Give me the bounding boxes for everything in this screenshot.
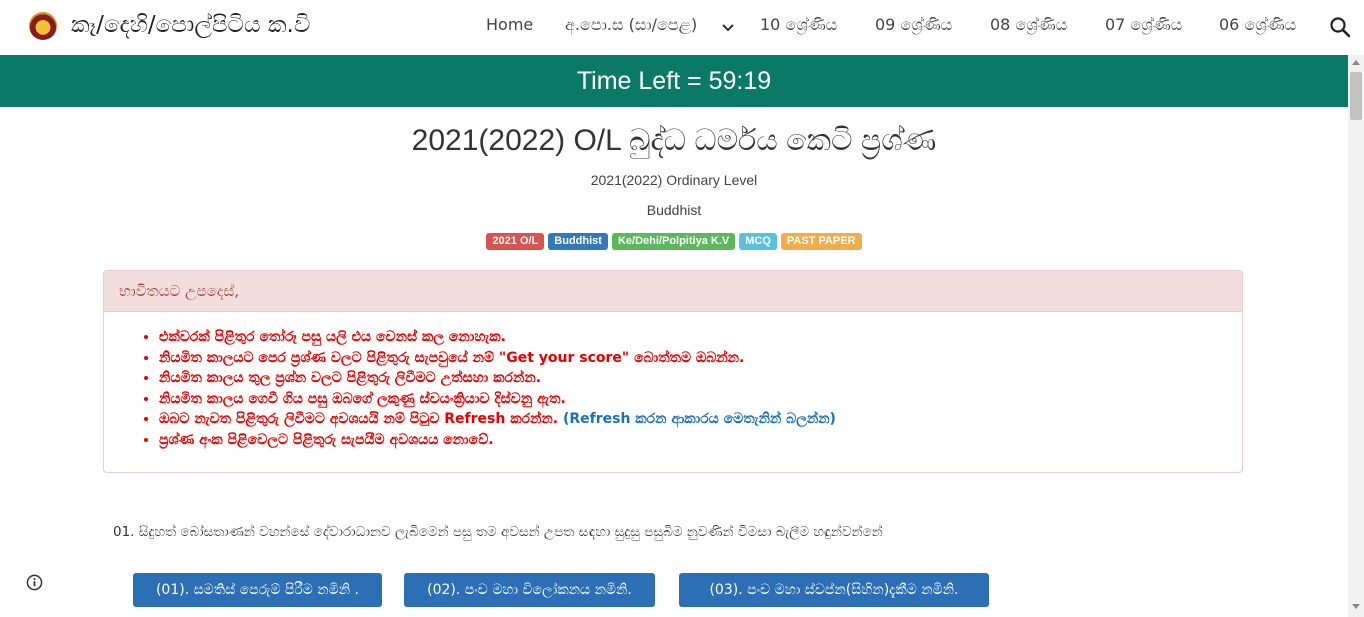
list-item: නියමිත කාලය තුල ප්‍රශ්න වලට පිළිතුරු ලිව…: [159, 368, 836, 389]
tag-labels: 2021 O/L Buddhist Ke/Dehi/Polpitiya K.V …: [0, 233, 1348, 250]
tag-label[interactable]: 2021 O/L: [486, 233, 545, 250]
list-item: නියමිත කාලයට පෙර ප්‍රශ්ණ වලට පිළිතුරු සැ…: [159, 348, 836, 369]
page-title: 2021(2022) O/L බුද්ධ ධර්මය කෙටි ප්‍රශ්ණ: [411, 124, 937, 157]
scrollbar-track[interactable]: [1348, 55, 1364, 617]
tag-label[interactable]: MCQ: [739, 233, 777, 250]
tag-label[interactable]: Buddhist: [548, 233, 608, 250]
answer-button-2[interactable]: (02). පංච මහා විලෝකනය නමිනි.: [404, 573, 655, 607]
answer-button-3[interactable]: (03). පංච මහා ස්වප්න(සිහින)දැකීම නමිනි.: [679, 573, 989, 607]
nav-ol[interactable]: අ.පො.ස (සා/පෙළ): [565, 15, 697, 35]
top-navbar: කෑ/දෙහි/පොල්පිටිය ක.වි Home අ.පො.ස (සා/ප…: [0, 0, 1364, 55]
nav-grade-10[interactable]: 10 ශ්‍රේණිය: [760, 15, 837, 35]
chevron-down-icon[interactable]: [720, 20, 736, 36]
search-icon[interactable]: [1329, 16, 1351, 38]
question-text: 01. සිදුහත් බෝසතාණන් වහන්සේ දේවාරාධානව ල…: [113, 524, 883, 540]
page-subtitle: 2021(2022) Ordinary Level: [590, 172, 758, 188]
instructions-panel: භාවිතයට උපදෙස්, එක්වරක් පිළිතුර තෝරූ පසු…: [103, 270, 1243, 473]
list-item: එක්වරක් පිළිතුර තෝරූ පසු යලි එය වෙනස් කල…: [159, 327, 836, 348]
info-icon[interactable]: [26, 574, 43, 591]
nav-grade-07[interactable]: 07 ශ්‍රේණිය: [1105, 15, 1182, 35]
instructions-heading: භාවිතයට උපදෙස්,: [104, 271, 1242, 312]
instructions-list: එක්වරක් පිළිතුර තෝරූ පසු යලි එය වෙනස් කල…: [104, 327, 836, 450]
list-item: ඔබට නැවත පිළිතුරු ලිවීමට අවශයයි නම් පිටු…: [159, 409, 836, 430]
scroll-down-arrow-icon[interactable]: [1352, 604, 1360, 609]
answer-button-1[interactable]: (01). සමතිස් පෙරුම් පිරීම නමිනි .: [133, 573, 382, 607]
page-subject: Buddhist: [646, 202, 702, 218]
refresh-help-link[interactable]: (Refresh කරන ආකාරය මෙතැනින් බලන්න): [563, 411, 836, 427]
timer-banner: Time Left = 59:19: [0, 55, 1348, 107]
nav-grade-09[interactable]: 09 ශ්‍රේණිය: [875, 15, 952, 35]
scroll-up-arrow-icon[interactable]: [1352, 60, 1360, 65]
crest-logo[interactable]: [29, 12, 57, 40]
nav-grade-06[interactable]: 06 ශ්‍රේණිය: [1219, 15, 1296, 35]
site-title[interactable]: කෑ/දෙහි/පොල්පිටිය ක.වි: [71, 12, 310, 38]
timer-text: Time Left = 59:19: [576, 66, 772, 95]
nav-grade-08[interactable]: 08 ශ්‍රේණිය: [990, 15, 1067, 35]
scrollbar-thumb[interactable]: [1350, 72, 1362, 120]
tag-label[interactable]: PAST PAPER: [780, 233, 862, 250]
tag-label[interactable]: Ke/Dehi/Polpitiya K.V: [611, 233, 736, 250]
list-item: ප්‍රශ්ණ අංක පිළිවෙලට පිළිතුරු සැපයීම අවශ…: [159, 430, 836, 451]
nav-home[interactable]: Home: [486, 15, 533, 34]
list-item: නියමිත කාලය ගෙවී ගිය පසු ඔබගේ ලකුණු ස්වය…: [159, 389, 836, 410]
